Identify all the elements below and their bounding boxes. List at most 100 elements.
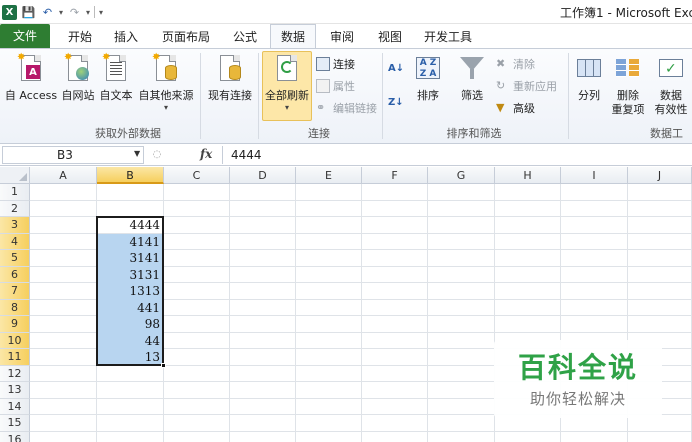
redo-dropdown-icon[interactable]: ▾	[86, 8, 90, 17]
sort-ascending-button[interactable]: A↓	[388, 59, 404, 77]
existing-connections-button[interactable]: 现有连接	[204, 53, 256, 103]
save-icon[interactable]: 💾	[21, 5, 36, 20]
column-header-a[interactable]: A	[30, 167, 97, 184]
row-header-10[interactable]: 10	[0, 332, 30, 349]
tab-file[interactable]: 文件	[0, 24, 50, 48]
data-validation-icon: ✓	[657, 53, 685, 85]
column-header-j[interactable]: J	[628, 167, 692, 184]
row-header-14[interactable]: 14	[0, 398, 30, 415]
cell-b6[interactable]: 3131	[97, 266, 163, 283]
row-header-11[interactable]: 11	[0, 349, 30, 366]
tab-data[interactable]: 数据	[270, 24, 316, 49]
formula-bar: B3 ▼ ◌ fx 4444	[0, 144, 692, 166]
link-icon: ⚭	[316, 101, 326, 114]
cell-b4[interactable]: 4141	[97, 233, 163, 250]
text-file-icon: ✸	[102, 53, 130, 85]
cell-b10[interactable]: 44	[97, 332, 163, 349]
advanced-filter-button[interactable]: ▼ 高级	[496, 99, 535, 117]
name-box-dropdown-icon[interactable]: ▼	[134, 149, 140, 158]
tab-view[interactable]: 视图	[370, 26, 410, 48]
cell-b8[interactable]: 441	[97, 299, 163, 316]
grid-line	[361, 184, 362, 442]
row-header-5[interactable]: 5	[0, 250, 30, 267]
column-header-f[interactable]: F	[362, 167, 428, 184]
web-globe-icon: ✸	[64, 53, 92, 85]
row-header-16[interactable]: 16	[0, 431, 30, 442]
grid-line	[30, 430, 692, 432]
properties-icon	[316, 79, 330, 93]
tab-developer[interactable]: 开发工具	[418, 26, 478, 48]
refresh-all-button[interactable]: 全部刷新 ▾	[262, 53, 312, 112]
excel-logo-icon: X	[2, 4, 17, 20]
column-header-d[interactable]: D	[230, 167, 296, 184]
fill-handle[interactable]	[161, 362, 166, 368]
column-header-i[interactable]: I	[561, 167, 628, 184]
row-header-4[interactable]: 4	[0, 233, 30, 250]
row-header-6[interactable]: 6	[0, 266, 30, 283]
group-label-external-data: 获取外部数据	[95, 127, 161, 140]
column-header-e[interactable]: E	[296, 167, 362, 184]
remove-duplicates-icon	[614, 53, 642, 85]
cell-b9[interactable]: 98	[97, 316, 163, 333]
row-header-7[interactable]: 7	[0, 283, 30, 300]
cell-b3[interactable]: 4444	[97, 217, 163, 234]
cell-b11[interactable]: 13	[97, 349, 163, 366]
ribbon-tabs: 文件 开始 插入 页面布局 公式 数据 审阅 视图 开发工具	[0, 24, 692, 49]
advanced-filter-icon: ▼	[496, 101, 505, 114]
select-all-corner[interactable]	[0, 167, 30, 184]
clear-filter-button[interactable]: ✖ 清除	[496, 55, 535, 73]
tab-home[interactable]: 开始	[60, 26, 100, 48]
undo-icon[interactable]: ↶	[40, 5, 55, 20]
row-header-13[interactable]: 13	[0, 382, 30, 399]
from-web-button[interactable]: ✸ 自网站	[60, 53, 96, 103]
tab-page-layout[interactable]: 页面布局	[156, 26, 216, 48]
customize-qat-icon[interactable]: ▾	[99, 8, 103, 17]
data-validation-button[interactable]: ✓ 数据 有效性	[650, 53, 692, 117]
filter-funnel-icon	[458, 53, 486, 85]
row-header-3[interactable]: 3	[0, 217, 30, 234]
edit-links-button[interactable]: ⚭ 编辑链接	[316, 99, 377, 117]
tab-review[interactable]: 审阅	[322, 26, 362, 48]
formula-input[interactable]: 4444	[222, 146, 692, 164]
row-header-15[interactable]: 15	[0, 415, 30, 432]
insert-function-icon[interactable]: fx	[200, 147, 212, 161]
chevron-down-icon: ▾	[163, 103, 168, 112]
filter-button[interactable]: 筛选	[454, 53, 490, 103]
row-header-1[interactable]: 1	[0, 184, 30, 201]
title-bar: X 💾 ↶ ▾ ↷ ▾ ▾ 工作簿1 - Microsoft Exce	[0, 0, 692, 24]
row-header-2[interactable]: 2	[0, 200, 30, 217]
sort-descending-button[interactable]: Z↓	[388, 93, 404, 111]
row-header-8[interactable]: 8	[0, 299, 30, 316]
name-box[interactable]: B3	[2, 146, 144, 164]
reapply-filter-button[interactable]: ↻ 重新应用	[496, 77, 557, 95]
refresh-icon	[273, 53, 301, 85]
excel-window: X 💾 ↶ ▾ ↷ ▾ ▾ 工作簿1 - Microsoft Exce 文件 开…	[0, 0, 692, 442]
from-other-sources-button[interactable]: ✸ 自其他来源 ▾	[136, 53, 196, 113]
redo-icon[interactable]: ↷	[67, 5, 82, 20]
watermark: 百科全说 助你轻松解决	[494, 340, 662, 418]
properties-button[interactable]: 属性	[316, 77, 355, 95]
column-header-h[interactable]: H	[495, 167, 561, 184]
cell-b5[interactable]: 3141	[97, 250, 163, 267]
group-label-sort-filter: 排序和筛选	[446, 127, 502, 140]
from-text-button[interactable]: ✸ 自文本	[98, 53, 134, 103]
row-header-12[interactable]: 12	[0, 365, 30, 382]
access-database-icon: ✸ A	[17, 53, 45, 85]
column-header-c[interactable]: C	[164, 167, 230, 184]
tab-insert[interactable]: 插入	[106, 26, 146, 48]
sort-descending-icon: Z↓	[388, 96, 404, 108]
column-header-b[interactable]: B	[97, 167, 164, 184]
from-access-button[interactable]: ✸ A 自 Access	[4, 53, 58, 103]
row-header-9[interactable]: 9	[0, 316, 30, 333]
text-to-columns-button[interactable]: 分列	[572, 53, 606, 103]
undo-dropdown-icon[interactable]: ▾	[59, 8, 63, 17]
quick-access-toolbar: X 💾 ↶ ▾ ↷ ▾ ▾	[2, 2, 103, 22]
grid-line	[295, 184, 296, 442]
cell-b7[interactable]: 1313	[97, 283, 163, 300]
tab-formulas[interactable]: 公式	[225, 26, 265, 48]
grid-line	[163, 184, 164, 442]
remove-duplicates-button[interactable]: 删除 重复项	[608, 53, 648, 117]
column-header-g[interactable]: G	[428, 167, 495, 184]
sort-button[interactable]: A ZZ A 排序	[410, 53, 446, 103]
connections-button[interactable]: 连接	[316, 55, 355, 73]
